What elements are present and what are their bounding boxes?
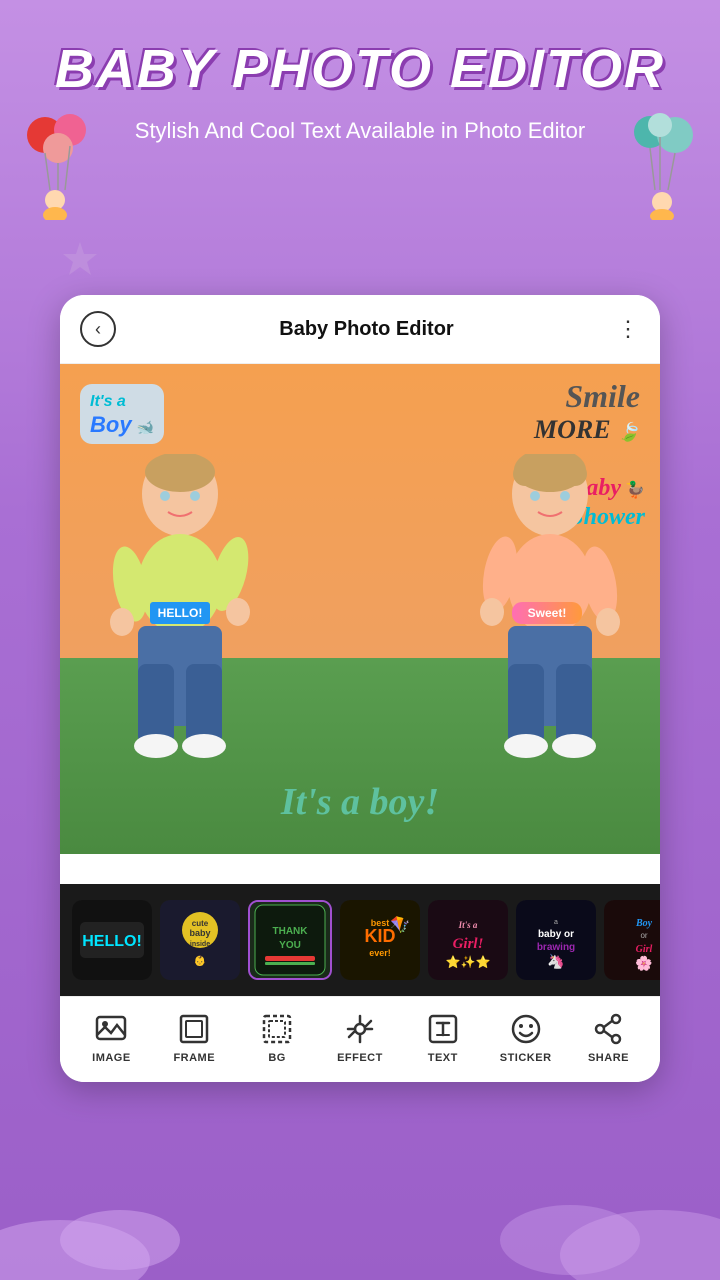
clouds-decoration xyxy=(0,1160,720,1280)
svg-text:a: a xyxy=(554,919,558,926)
image-icon xyxy=(93,1011,129,1047)
svg-text:🪁: 🪁 xyxy=(390,916,410,934)
tool-effect-label: EFFECT xyxy=(337,1052,383,1064)
tool-frame[interactable]: FRAME xyxy=(164,1011,224,1064)
svg-text:🌸: 🌸 xyxy=(635,955,652,972)
svg-text:THANK: THANK xyxy=(273,926,309,937)
effect-icon xyxy=(342,1011,378,1047)
svg-text:Girl!: Girl! xyxy=(453,936,484,952)
tool-sticker[interactable]: STICKER xyxy=(496,1011,556,1064)
photo-canvas[interactable]: It's a Boy 🐋 Smile MORE 🍃 Baby 🦆 Shower xyxy=(60,364,660,854)
baby-figure-right: Sweet! xyxy=(470,454,630,774)
tool-share-label: SHARE xyxy=(588,1052,629,1064)
tool-frame-label: FRAME xyxy=(173,1052,215,1064)
svg-text:Girl: Girl xyxy=(636,944,653,955)
back-button[interactable]: ‹ xyxy=(80,311,116,347)
sticker-item-baby-or-brawing[interactable]: a baby or brawing 🦄 xyxy=(516,900,596,980)
tool-text-label: TEXT xyxy=(428,1052,458,1064)
balloon-left-decoration xyxy=(20,110,100,220)
svg-text:Boy: Boy xyxy=(635,918,653,929)
phone-title: Baby Photo Editor xyxy=(279,318,453,341)
sticker-item-cute-baby[interactable]: cute baby inside 👶 xyxy=(160,900,240,980)
svg-text:brawing: brawing xyxy=(537,942,575,953)
header-area: BABY PHOTO EDITOR Stylish And Cool Text … xyxy=(0,0,720,290)
app-title: BABY PHOTO EDITOR xyxy=(55,38,665,100)
tool-text[interactable]: TEXT xyxy=(413,1011,473,1064)
menu-button[interactable]: ⋮ xyxy=(617,316,640,342)
svg-text:ever!: ever! xyxy=(369,948,391,958)
sticker-icon xyxy=(508,1011,544,1047)
sticker-shelf[interactable]: HELLO! cute baby inside 👶 THANK YOU xyxy=(60,884,660,996)
bottom-toolbar: IMAGE FRAME BG xyxy=(60,996,660,1082)
sticker-item-hello[interactable]: HELLO! xyxy=(72,900,152,980)
balloon-right-decoration xyxy=(620,110,700,220)
star-left-decoration xyxy=(60,240,100,280)
svg-text:Sweet!: Sweet! xyxy=(528,606,567,620)
svg-text:baby: baby xyxy=(189,928,210,938)
sticker-item-boy-or-girl[interactable]: Boy or Girl 🌸 xyxy=(604,900,660,980)
svg-text:⭐✨⭐: ⭐✨⭐ xyxy=(446,955,491,969)
bg-icon xyxy=(259,1011,295,1047)
svg-text:HELLO!: HELLO! xyxy=(158,606,203,620)
sticker-its-a-boy[interactable]: It's a Boy 🐋 xyxy=(80,384,164,444)
tool-effect[interactable]: EFFECT xyxy=(330,1011,390,1064)
app-subtitle: Stylish And Cool Text Available in Photo… xyxy=(55,116,665,147)
sticker-itsaboy-bottom[interactable]: It's a boy! xyxy=(60,780,660,824)
tool-image-label: IMAGE xyxy=(92,1052,131,1064)
svg-text:HELLO!: HELLO! xyxy=(82,933,142,950)
svg-text:inside: inside xyxy=(190,941,210,948)
svg-text:or: or xyxy=(640,931,647,940)
baby-figure-left: HELLO! xyxy=(100,454,260,774)
svg-text:👶: 👶 xyxy=(194,954,206,967)
phone-topbar: ‹ Baby Photo Editor ⋮ xyxy=(60,295,660,364)
sticker-item-best-kid[interactable]: best KID ever! 🪁 xyxy=(340,900,420,980)
tool-bg[interactable]: BG xyxy=(247,1011,307,1064)
tool-share[interactable]: SHARE xyxy=(578,1011,638,1064)
sticker-smile-more[interactable]: Smile MORE 🍃 xyxy=(534,379,640,446)
tool-image[interactable]: IMAGE xyxy=(81,1011,141,1064)
sticker-item-thank-you[interactable]: THANK YOU xyxy=(248,900,332,980)
svg-text:cute: cute xyxy=(192,919,209,928)
svg-text:YOU: YOU xyxy=(279,940,301,951)
frame-icon xyxy=(176,1011,212,1047)
share-icon xyxy=(590,1011,626,1047)
svg-text:🦄: 🦄 xyxy=(547,953,564,970)
svg-text:It's a: It's a xyxy=(458,920,478,930)
sticker-item-its-a-girl[interactable]: It's a Girl! ⭐✨⭐ xyxy=(428,900,508,980)
white-strip xyxy=(60,854,660,884)
phone-card: ‹ Baby Photo Editor ⋮ It's a Boy 🐋 Smile… xyxy=(60,295,660,1082)
text-icon xyxy=(425,1011,461,1047)
svg-text:baby or: baby or xyxy=(538,929,574,940)
tool-bg-label: BG xyxy=(268,1052,286,1064)
tool-sticker-label: STICKER xyxy=(500,1052,552,1064)
